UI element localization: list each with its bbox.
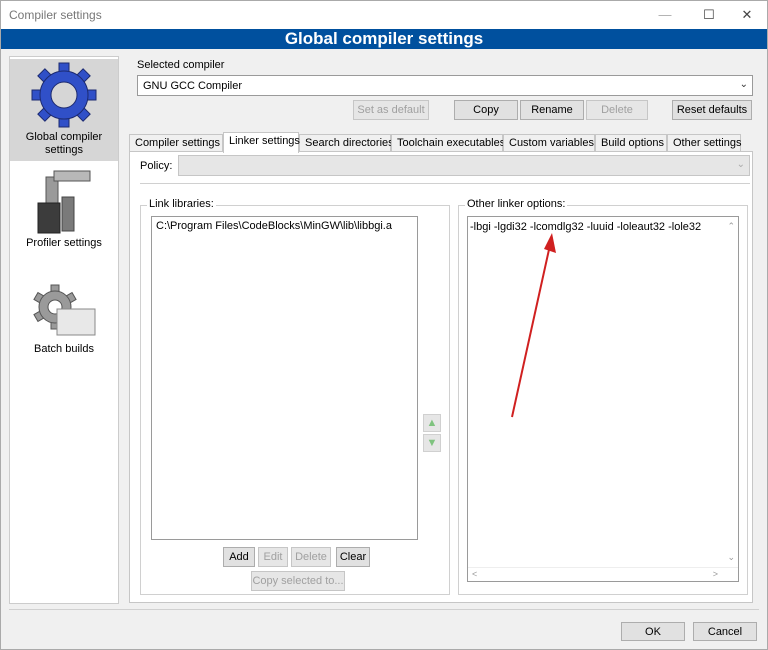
chevron-down-icon: ⌄ <box>739 79 748 90</box>
tab-search-directories[interactable]: Search directories <box>299 134 394 152</box>
main-panel: Selected compiler GNU GCC Compiler ⌄ Set… <box>129 56 761 604</box>
add-library-button[interactable]: Add <box>223 547 255 567</box>
batch-icon <box>33 284 96 336</box>
profiler-icon <box>37 170 91 234</box>
minimize-button[interactable]: — <box>645 1 685 29</box>
compiler-select-value: GNU GCC Compiler <box>143 80 243 92</box>
chevron-down-icon: ⌄ <box>736 159 745 170</box>
tab-build-options[interactable]: Build options <box>595 134 667 152</box>
set-as-default-button[interactable]: Set as default <box>353 100 429 120</box>
scroll-right-icon[interactable]: > <box>713 569 718 579</box>
list-item[interactable]: C:\Program Files\CodeBlocks\MinGW\lib\li… <box>156 220 392 232</box>
ok-button[interactable]: OK <box>621 622 685 641</box>
compiler-select[interactable]: GNU GCC Compiler ⌄ <box>137 75 753 96</box>
scroll-down-icon[interactable]: ⌄ <box>727 552 735 563</box>
tab-other-settings[interactable]: Other settings <box>667 134 741 152</box>
footer-divider <box>9 609 759 610</box>
tab-compiler-settings[interactable]: Compiler settings <box>129 134 223 152</box>
maximize-button[interactable]: ☐ <box>689 1 729 29</box>
other-linker-options-label: Other linker options: <box>465 198 568 210</box>
settings-category-list: Global compiler settings Profiler settin… <box>9 56 119 604</box>
sidebar-item-label: Profiler settings <box>26 237 102 249</box>
sidebar-item-global-compiler[interactable]: Global compiler settings <box>10 59 118 161</box>
sidebar-item-label: Global compiler settings <box>25 131 103 156</box>
gear-icon <box>31 62 97 128</box>
sidebar-item-profiler[interactable]: Profiler settings <box>10 167 118 263</box>
link-libraries-list[interactable]: C:\Program Files\CodeBlocks\MinGW\lib\li… <box>151 216 418 540</box>
divider <box>140 183 750 184</box>
selected-compiler-label: Selected compiler <box>137 59 225 71</box>
move-down-icon[interactable]: ▼ <box>423 434 441 452</box>
edit-library-button[interactable]: Edit <box>258 547 288 567</box>
clear-libraries-button[interactable]: Clear <box>336 547 370 567</box>
sidebar-item-batch-builds[interactable]: Batch builds <box>10 281 118 371</box>
close-button[interactable]: ✕ <box>727 1 767 29</box>
policy-label: Policy: <box>140 160 173 172</box>
reset-defaults-button[interactable]: Reset defaults <box>672 100 752 120</box>
rename-button[interactable]: Rename <box>520 100 584 120</box>
sidebar-item-label: Batch builds <box>34 343 94 355</box>
window-title: Compiler settings <box>9 8 102 22</box>
link-libraries-group: Link libraries: C:\Program Files\CodeBlo… <box>140 198 450 595</box>
tab-custom-variables[interactable]: Custom variables <box>503 134 595 152</box>
horizontal-scrollbar[interactable]: < > <box>468 567 738 581</box>
page-title: Global compiler settings <box>1 29 767 49</box>
delete-library-button[interactable]: Delete <box>291 547 331 567</box>
tab-linker-settings[interactable]: Linker settings <box>223 132 300 153</box>
copy-selected-to-button[interactable]: Copy selected to... <box>251 571 345 591</box>
settings-tabs: Compiler settings Linker settings Search… <box>129 132 761 153</box>
link-libraries-label: Link libraries: <box>147 198 216 210</box>
tab-toolchain-executables[interactable]: Toolchain executables <box>391 134 505 152</box>
title-bar: Compiler settings — ☐ ✕ <box>1 1 767 29</box>
compiler-settings-window: Compiler settings — ☐ ✕ Global compiler … <box>0 0 768 650</box>
copy-button[interactable]: Copy <box>454 100 518 120</box>
policy-select[interactable]: ⌄ <box>178 155 750 176</box>
linker-settings-panel: Policy: ⌄ Link libraries: C:\Program Fil… <box>129 151 753 603</box>
cancel-button[interactable]: Cancel <box>693 622 757 641</box>
scroll-left-icon[interactable]: < <box>472 569 477 579</box>
annotation-arrow <box>511 233 556 418</box>
move-up-icon[interactable]: ▲ <box>423 414 441 432</box>
scroll-up-icon[interactable]: ⌃ <box>727 221 735 232</box>
delete-compiler-button[interactable]: Delete <box>586 100 648 120</box>
